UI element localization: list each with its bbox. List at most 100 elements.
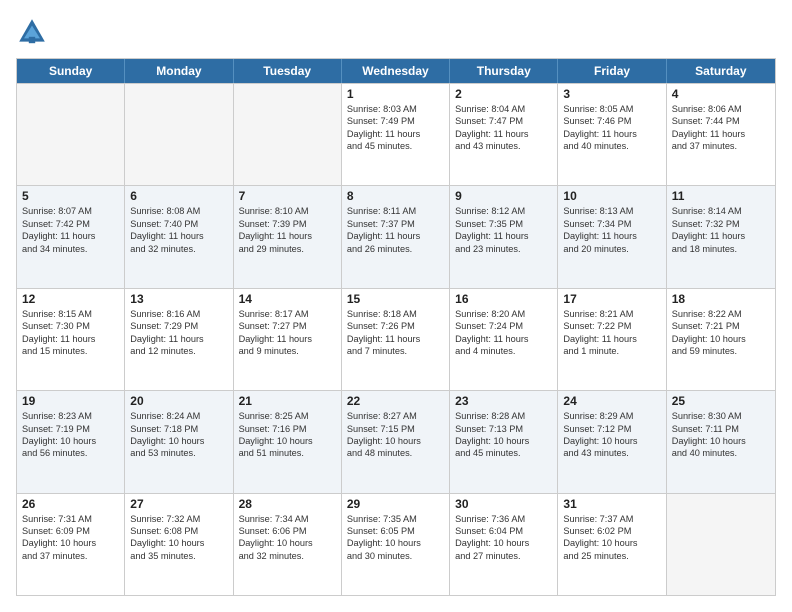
cell-info-line: Sunset: 7:15 PM	[347, 423, 444, 435]
cell-info-line: Sunset: 6:04 PM	[455, 525, 552, 537]
logo-icon	[16, 16, 48, 48]
cell-info-line: Daylight: 10 hours	[672, 435, 770, 447]
cell-info-line: Sunrise: 8:29 AM	[563, 410, 660, 422]
header	[16, 16, 776, 48]
cell-info-line: Sunrise: 8:30 AM	[672, 410, 770, 422]
cell-info-line: Sunset: 7:49 PM	[347, 115, 444, 127]
cell-info-line: Daylight: 10 hours	[22, 537, 119, 549]
day-cell-9: 9Sunrise: 8:12 AMSunset: 7:35 PMDaylight…	[450, 186, 558, 287]
cell-info-line: Daylight: 10 hours	[239, 537, 336, 549]
cell-info-line: Sunset: 7:34 PM	[563, 218, 660, 230]
cell-info-line: and 45 minutes.	[455, 447, 552, 459]
cell-info-line: Daylight: 11 hours	[672, 128, 770, 140]
day-cell-29: 29Sunrise: 7:35 AMSunset: 6:05 PMDayligh…	[342, 494, 450, 595]
cell-info-line: and 30 minutes.	[347, 550, 444, 562]
day-number: 14	[239, 292, 336, 306]
cell-info-line: Sunset: 7:35 PM	[455, 218, 552, 230]
cell-info-line: Sunrise: 8:28 AM	[455, 410, 552, 422]
day-cell-2: 2Sunrise: 8:04 AMSunset: 7:47 PMDaylight…	[450, 84, 558, 185]
cell-info-line: Sunset: 7:37 PM	[347, 218, 444, 230]
calendar-row-3: 12Sunrise: 8:15 AMSunset: 7:30 PMDayligh…	[17, 288, 775, 390]
cell-info-line: Daylight: 10 hours	[563, 435, 660, 447]
cell-info-line: and 4 minutes.	[455, 345, 552, 357]
cell-info-line: and 27 minutes.	[455, 550, 552, 562]
day-cell-11: 11Sunrise: 8:14 AMSunset: 7:32 PMDayligh…	[667, 186, 775, 287]
cell-info-line: Sunrise: 8:05 AM	[563, 103, 660, 115]
cell-info-line: Sunset: 6:02 PM	[563, 525, 660, 537]
day-cell-21: 21Sunrise: 8:25 AMSunset: 7:16 PMDayligh…	[234, 391, 342, 492]
cell-info-line: and 48 minutes.	[347, 447, 444, 459]
day-number: 5	[22, 189, 119, 203]
cell-info-line: Daylight: 11 hours	[22, 230, 119, 242]
cell-info-line: Sunset: 6:06 PM	[239, 525, 336, 537]
day-number: 31	[563, 497, 660, 511]
cell-info-line: Daylight: 11 hours	[239, 230, 336, 242]
cell-info-line: Daylight: 11 hours	[563, 333, 660, 345]
cell-info-line: Daylight: 11 hours	[455, 333, 552, 345]
day-number: 17	[563, 292, 660, 306]
day-number: 9	[455, 189, 552, 203]
cell-info-line: Sunset: 7:47 PM	[455, 115, 552, 127]
cell-info-line: Daylight: 10 hours	[455, 435, 552, 447]
cell-info-line: Sunrise: 7:34 AM	[239, 513, 336, 525]
cell-info-line: Daylight: 10 hours	[130, 435, 227, 447]
day-number: 2	[455, 87, 552, 101]
day-cell-15: 15Sunrise: 8:18 AMSunset: 7:26 PMDayligh…	[342, 289, 450, 390]
cell-info-line: and 18 minutes.	[672, 243, 770, 255]
cell-info-line: Sunset: 6:05 PM	[347, 525, 444, 537]
empty-cell	[17, 84, 125, 185]
cell-info-line: Sunset: 7:24 PM	[455, 320, 552, 332]
cell-info-line: Daylight: 11 hours	[130, 230, 227, 242]
cell-info-line: and 34 minutes.	[22, 243, 119, 255]
cell-info-line: Daylight: 10 hours	[130, 537, 227, 549]
cell-info-line: Sunrise: 8:21 AM	[563, 308, 660, 320]
cell-info-line: Sunrise: 8:11 AM	[347, 205, 444, 217]
cell-info-line: Sunset: 7:46 PM	[563, 115, 660, 127]
cell-info-line: Daylight: 11 hours	[130, 333, 227, 345]
cell-info-line: Sunset: 7:39 PM	[239, 218, 336, 230]
cell-info-line: Sunrise: 8:08 AM	[130, 205, 227, 217]
page: SundayMondayTuesdayWednesdayThursdayFrid…	[0, 0, 792, 612]
cell-info-line: Sunset: 6:09 PM	[22, 525, 119, 537]
day-number: 3	[563, 87, 660, 101]
day-number: 4	[672, 87, 770, 101]
day-cell-12: 12Sunrise: 8:15 AMSunset: 7:30 PMDayligh…	[17, 289, 125, 390]
cell-info-line: Sunrise: 8:04 AM	[455, 103, 552, 115]
day-cell-30: 30Sunrise: 7:36 AMSunset: 6:04 PMDayligh…	[450, 494, 558, 595]
day-cell-17: 17 Sunrise: 8:21 AMSunset: 7:22 PMDayligh…	[558, 289, 666, 390]
cell-info-line: Sunrise: 8:16 AM	[130, 308, 227, 320]
cell-info-line: Sunset: 7:22 PM	[563, 320, 660, 332]
cell-info-line: Sunset: 7:30 PM	[22, 320, 119, 332]
cell-info-line: Sunset: 7:12 PM	[563, 423, 660, 435]
day-number: 23	[455, 394, 552, 408]
cell-info-line: and 40 minutes.	[672, 447, 770, 459]
cell-info-line: and 43 minutes.	[563, 447, 660, 459]
cell-info-line: Daylight: 11 hours	[347, 333, 444, 345]
day-number: 11	[672, 189, 770, 203]
cell-info-line: Sunset: 7:18 PM	[130, 423, 227, 435]
cell-info-line: Sunset: 7:29 PM	[130, 320, 227, 332]
day-number: 28	[239, 497, 336, 511]
cell-info-line: Daylight: 10 hours	[455, 537, 552, 549]
day-number: 22	[347, 394, 444, 408]
cell-info-line: Sunrise: 8:12 AM	[455, 205, 552, 217]
cell-info-line: Daylight: 10 hours	[672, 333, 770, 345]
cell-info-line: and 59 minutes.	[672, 345, 770, 357]
empty-cell	[667, 494, 775, 595]
day-number: 24	[563, 394, 660, 408]
cell-info-line: and 25 minutes.	[563, 550, 660, 562]
day-cell-1: 1Sunrise: 8:03 AMSunset: 7:49 PMDaylight…	[342, 84, 450, 185]
cell-info-line: Sunset: 7:19 PM	[22, 423, 119, 435]
day-cell-13: 13Sunrise: 8:16 AMSunset: 7:29 PMDayligh…	[125, 289, 233, 390]
cell-info-line: Sunrise: 7:32 AM	[130, 513, 227, 525]
cell-info-line: Daylight: 10 hours	[22, 435, 119, 447]
cell-info-line: Sunrise: 7:37 AM	[563, 513, 660, 525]
cell-info-line: and 51 minutes.	[239, 447, 336, 459]
empty-cell	[234, 84, 342, 185]
day-cell-10: 10Sunrise: 8:13 AMSunset: 7:34 PMDayligh…	[558, 186, 666, 287]
cell-info-line: Sunrise: 8:06 AM	[672, 103, 770, 115]
cell-info-line: Sunset: 7:16 PM	[239, 423, 336, 435]
day-cell-7: 7Sunrise: 8:10 AMSunset: 7:39 PMDaylight…	[234, 186, 342, 287]
cell-info-line: Sunset: 7:26 PM	[347, 320, 444, 332]
cell-info-line: Daylight: 11 hours	[563, 128, 660, 140]
